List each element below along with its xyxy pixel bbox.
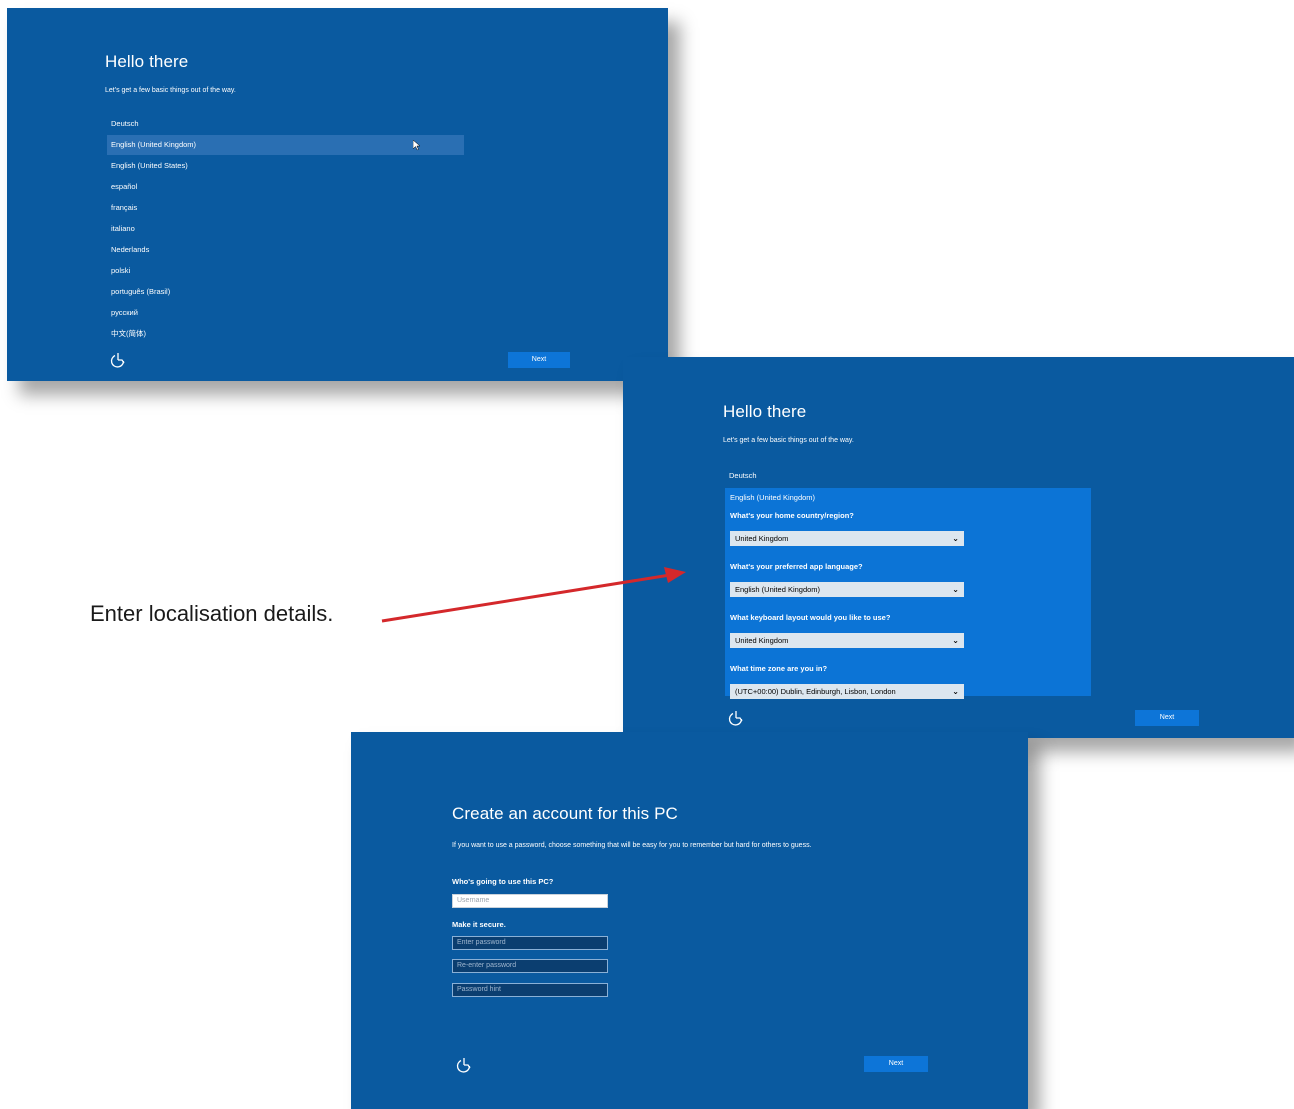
page-title: Hello there bbox=[105, 52, 189, 71]
accessibility-icon[interactable] bbox=[456, 1057, 472, 1073]
annotation-arrow-icon bbox=[381, 567, 686, 623]
next-button[interactable]: Next bbox=[1135, 710, 1199, 726]
create-account-screen: Create an account for this PC If you wan… bbox=[351, 732, 1028, 1109]
language-item[interactable]: Deutsch bbox=[107, 114, 464, 134]
keyboard-dropdown[interactable]: United Kingdom ⌄ bbox=[730, 633, 964, 648]
language-item[interactable]: italiano bbox=[107, 219, 464, 239]
language-screen-1: Hello there Let's get a few basic things… bbox=[7, 8, 668, 381]
next-button[interactable]: Next bbox=[508, 352, 570, 368]
timezone-value: (UTC+00:00) Dublin, Edinburgh, Lisbon, L… bbox=[735, 687, 896, 696]
page-description: If you want to use a password, choose so… bbox=[452, 842, 812, 849]
password-input[interactable]: Enter password bbox=[452, 936, 608, 950]
page-title: Create an account for this PC bbox=[452, 804, 678, 823]
language-item[interactable]: Nederlands bbox=[107, 240, 464, 260]
selected-language-label: English (United Kingdom) bbox=[730, 493, 816, 502]
language-item[interactable]: Deutsch bbox=[725, 466, 1091, 486]
keyboard-value: United Kingdom bbox=[735, 636, 789, 645]
password-hint-input[interactable]: Password hint bbox=[452, 983, 608, 997]
language-item[interactable]: français bbox=[107, 198, 464, 218]
language-item[interactable]: español bbox=[107, 177, 464, 197]
who-label: Who's going to use this PC? bbox=[452, 877, 554, 886]
chevron-down-icon: ⌄ bbox=[952, 534, 959, 543]
username-input[interactable]: Username bbox=[452, 894, 608, 908]
localisation-panel: English (United Kingdom) What's your hom… bbox=[725, 488, 1091, 699]
chevron-down-icon: ⌄ bbox=[952, 585, 959, 594]
language-screen-2: Hello there Let's get a few basic things… bbox=[623, 357, 1294, 738]
app-language-dropdown[interactable]: English (United Kingdom) ⌄ bbox=[730, 582, 964, 597]
accessibility-icon[interactable] bbox=[728, 710, 744, 726]
language-item[interactable]: русский bbox=[107, 303, 464, 323]
mouse-cursor-icon bbox=[413, 140, 421, 151]
timezone-question: What time zone are you in? bbox=[730, 664, 828, 673]
chevron-down-icon: ⌄ bbox=[952, 636, 959, 645]
page-title: Hello there bbox=[723, 402, 807, 421]
next-button[interactable]: Next bbox=[864, 1056, 928, 1072]
language-item[interactable]: português (Brasil) bbox=[107, 282, 464, 302]
chevron-down-icon: ⌄ bbox=[952, 687, 959, 696]
language-item[interactable]: polski bbox=[107, 261, 464, 281]
app-language-question: What's your preferred app language? bbox=[730, 562, 863, 571]
page-subtitle: Let's get a few basic things out of the … bbox=[105, 87, 236, 94]
page-subtitle: Let's get a few basic things out of the … bbox=[723, 437, 854, 444]
language-item-selected[interactable]: English (United Kingdom) bbox=[107, 135, 464, 155]
country-value: United Kingdom bbox=[735, 534, 789, 543]
timezone-dropdown[interactable]: (UTC+00:00) Dublin, Edinburgh, Lisbon, L… bbox=[730, 684, 964, 699]
keyboard-question: What keyboard layout would you like to u… bbox=[730, 613, 891, 622]
annotation-text: Enter localisation details. bbox=[90, 601, 334, 626]
country-question: What's your home country/region? bbox=[730, 511, 854, 520]
language-item[interactable]: 中文(简体) bbox=[107, 324, 464, 344]
reenter-password-input[interactable]: Re-enter password bbox=[452, 959, 608, 973]
accessibility-icon[interactable] bbox=[110, 352, 126, 368]
secure-label: Make it secure. bbox=[452, 920, 506, 929]
language-item[interactable]: English (United States) bbox=[107, 156, 464, 176]
app-language-value: English (United Kingdom) bbox=[735, 585, 821, 594]
country-dropdown[interactable]: United Kingdom ⌄ bbox=[730, 531, 964, 546]
